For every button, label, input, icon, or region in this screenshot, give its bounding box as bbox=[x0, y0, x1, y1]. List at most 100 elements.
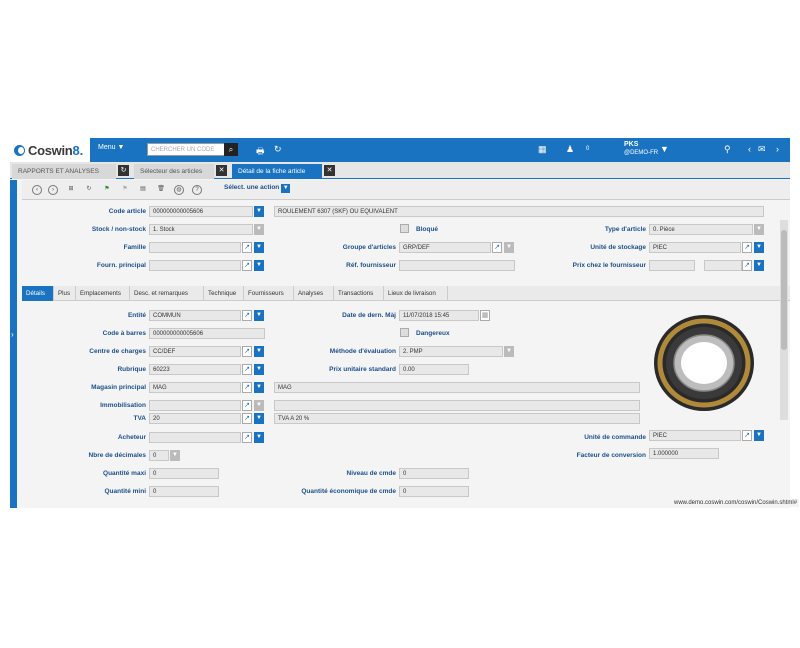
tab-fournisseurs[interactable]: Fournisseurs bbox=[244, 286, 294, 301]
qte-mini-field[interactable]: 0 bbox=[149, 486, 219, 497]
immob-field[interactable] bbox=[149, 400, 241, 411]
prix-unitaire-field[interactable]: 0.00 bbox=[399, 364, 469, 375]
magasin-field[interactable]: MAG bbox=[149, 382, 241, 393]
unite-stockage-link-icon[interactable]: ↗ bbox=[742, 242, 752, 253]
code-barres-field[interactable]: 000000000005606 bbox=[149, 328, 265, 339]
bloque-checkbox[interactable] bbox=[400, 224, 409, 233]
unite-cmd-dropdown[interactable]: ▼ bbox=[754, 430, 764, 441]
unite-cmd-link-icon[interactable]: ↗ bbox=[742, 430, 752, 441]
refresh-tab-icon[interactable]: ↻ bbox=[118, 165, 129, 176]
famille-field[interactable] bbox=[149, 242, 241, 253]
decimales-field[interactable]: 0 bbox=[149, 450, 169, 461]
code-article-dropdown[interactable]: ▼ bbox=[254, 206, 264, 217]
user-menu[interactable]: PKS @DEMO-FR bbox=[624, 141, 658, 157]
globe-icon[interactable]: ◍ bbox=[174, 185, 184, 195]
tab-rapports[interactable]: RAPPORTS ET ANALYSES bbox=[12, 164, 116, 179]
next-icon[interactable]: › bbox=[48, 185, 58, 195]
calendar-icon[interactable]: ▦ bbox=[480, 310, 490, 321]
select-action-dropdown[interactable]: Sélect. une action ▼ bbox=[224, 184, 291, 195]
tva-dropdown[interactable]: ▼ bbox=[254, 413, 264, 424]
code-article-field[interactable]: 000000000005606 bbox=[149, 206, 253, 217]
tab-technique[interactable]: Technique bbox=[204, 286, 244, 301]
tab-detail[interactable]: Détail de la fiche article bbox=[232, 164, 322, 179]
add-icon[interactable]: ⊞ bbox=[66, 185, 76, 195]
chevron-left-icon[interactable]: ‹ bbox=[748, 144, 751, 154]
type-article-field[interactable]: 0. Pièce bbox=[649, 224, 753, 235]
tva-field[interactable]: 20 bbox=[149, 413, 241, 424]
methode-field[interactable]: 2. PMP bbox=[399, 346, 503, 357]
centre-link-icon[interactable]: ↗ bbox=[242, 346, 252, 357]
unite-cmd-field[interactable]: PIEC bbox=[649, 430, 741, 441]
fourn-principal-field[interactable] bbox=[149, 260, 241, 271]
caret-down-icon[interactable]: ▼ bbox=[660, 144, 669, 154]
groupe-field[interactable]: GRP/DEF bbox=[399, 242, 491, 253]
rubrique-field[interactable]: 60223 bbox=[149, 364, 241, 375]
document-icon[interactable]: ▤ bbox=[138, 185, 148, 195]
acheteur-field[interactable] bbox=[149, 432, 241, 443]
immob-link-icon[interactable]: ↗ bbox=[242, 400, 252, 411]
stock-dropdown[interactable]: ▼ bbox=[254, 224, 264, 235]
entite-link-icon[interactable]: ↗ bbox=[242, 310, 252, 321]
refresh-icon[interactable]: ↻ bbox=[274, 144, 282, 155]
calculator-icon[interactable]: ▦ bbox=[538, 144, 547, 155]
tab-selecteur[interactable]: Sélecteur des articles bbox=[134, 164, 214, 179]
sidebar-toggle[interactable]: › bbox=[10, 180, 17, 508]
acheteur-dropdown[interactable]: ▼ bbox=[254, 432, 264, 443]
qte-eco-field[interactable]: 0 bbox=[399, 486, 469, 497]
devise-link-icon[interactable]: ↗ bbox=[742, 260, 752, 271]
acheteur-link-icon[interactable]: ↗ bbox=[242, 432, 252, 443]
chevron-right-icon[interactable]: › bbox=[776, 144, 779, 154]
unite-stockage-field[interactable]: PIEC bbox=[649, 242, 741, 253]
scrollbar-thumb[interactable] bbox=[781, 230, 787, 350]
groupe-link-icon[interactable]: ↗ bbox=[492, 242, 502, 253]
stock-field[interactable]: 1. Stock bbox=[149, 224, 253, 235]
tab-analyses[interactable]: Analyses bbox=[294, 286, 334, 301]
tva-link-icon[interactable]: ↗ bbox=[242, 413, 252, 424]
tab-transactions[interactable]: Transactions bbox=[334, 286, 384, 301]
user-location-icon[interactable]: ⚲ bbox=[724, 144, 731, 155]
tab-details[interactable]: Détails bbox=[22, 286, 54, 301]
chat-icon[interactable]: ✉ bbox=[758, 144, 766, 155]
niveau-field[interactable]: 0 bbox=[399, 468, 469, 479]
immob-dropdown[interactable]: ▼ bbox=[254, 400, 264, 411]
description-field[interactable]: ROULEMENT 6307 (SKF) OU EQUIVALENT bbox=[274, 206, 764, 217]
ref-fourn-field[interactable] bbox=[399, 260, 515, 271]
vertical-scrollbar[interactable] bbox=[780, 220, 788, 420]
facteur-field[interactable]: 1.000000 bbox=[649, 448, 719, 459]
centre-dropdown[interactable]: ▼ bbox=[254, 346, 264, 357]
tab-lieux-livraison[interactable]: Lieux de livraison bbox=[384, 286, 448, 301]
date-maj-field[interactable]: 11/07/2018 15:45 bbox=[399, 310, 479, 321]
methode-dropdown[interactable]: ▼ bbox=[504, 346, 514, 357]
notification-icon[interactable]: ♟ bbox=[566, 144, 574, 155]
prix-fourn-field[interactable] bbox=[649, 260, 695, 271]
rubrique-link-icon[interactable]: ↗ bbox=[242, 364, 252, 375]
help-icon[interactable]: ? bbox=[192, 185, 202, 195]
search-button[interactable]: ⌕ bbox=[224, 143, 238, 156]
unite-stockage-dropdown[interactable]: ▼ bbox=[754, 242, 764, 253]
devise-field[interactable] bbox=[704, 260, 742, 271]
entite-field[interactable]: COMMUN bbox=[149, 310, 241, 321]
magasin-dropdown[interactable]: ▼ bbox=[254, 382, 264, 393]
previous-icon[interactable]: ‹ bbox=[32, 185, 42, 195]
flag-icon[interactable]: ⚑ bbox=[102, 185, 112, 195]
print-icon[interactable]: 🖶 bbox=[256, 144, 265, 160]
close-icon[interactable]: ✕ bbox=[216, 165, 227, 176]
decimales-dropdown[interactable]: ▼ bbox=[170, 450, 180, 461]
fourn-link-icon[interactable]: ↗ bbox=[242, 260, 252, 271]
qte-maxi-field[interactable]: 0 bbox=[149, 468, 219, 479]
tab-plus[interactable]: Plus bbox=[54, 286, 76, 301]
devise-dropdown[interactable]: ▼ bbox=[754, 260, 764, 271]
type-article-dropdown[interactable]: ▼ bbox=[754, 224, 764, 235]
famille-link-icon[interactable]: ↗ bbox=[242, 242, 252, 253]
centre-field[interactable]: CC/DEF bbox=[149, 346, 241, 357]
entite-dropdown[interactable]: ▼ bbox=[254, 310, 264, 321]
dangereux-checkbox[interactable] bbox=[400, 328, 409, 337]
magasin-link-icon[interactable]: ↗ bbox=[242, 382, 252, 393]
tab-emplacements[interactable]: Emplacements bbox=[76, 286, 130, 301]
delete-icon[interactable]: 🗑 bbox=[156, 185, 166, 195]
famille-dropdown[interactable]: ▼ bbox=[254, 242, 264, 253]
refresh-icon[interactable]: ↻ bbox=[84, 185, 94, 195]
fourn-dropdown[interactable]: ▼ bbox=[254, 260, 264, 271]
menu-button[interactable]: Menu ▼ bbox=[98, 144, 124, 151]
close-icon[interactable]: ✕ bbox=[324, 165, 335, 176]
